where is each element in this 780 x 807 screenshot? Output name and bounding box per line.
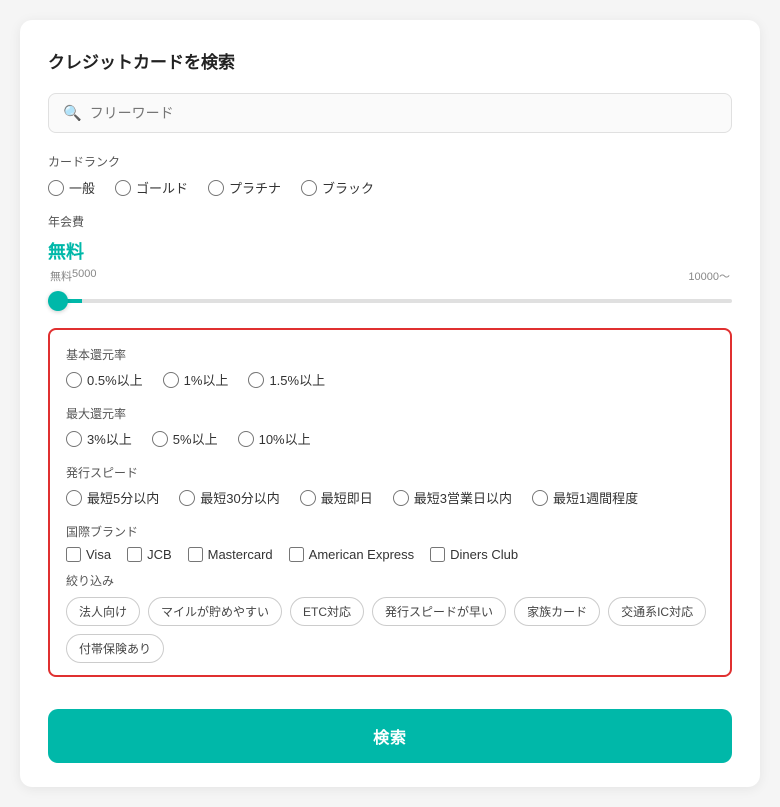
brand-jcb[interactable]: JCB xyxy=(127,547,172,562)
basic-return-label: 基本還元率 xyxy=(66,346,714,363)
tag-etc[interactable]: ETC対応 xyxy=(290,597,364,626)
annual-fee-section: 年会費 無料 無料 5000 10000～ xyxy=(48,213,732,308)
filter-tags-section: 絞り込み 法人向け マイルが貯めやすい ETC対応 発行スピードが早い 家族カー… xyxy=(66,572,714,663)
tag-transit[interactable]: 交通系IC対応 xyxy=(608,597,706,626)
tags-group: 法人向け マイルが貯めやすい ETC対応 発行スピードが早い 家族カード 交通系… xyxy=(66,597,714,663)
tag-corporate[interactable]: 法人向け xyxy=(66,597,140,626)
rank-option-black[interactable]: ブラック xyxy=(301,178,374,197)
tag-family[interactable]: 家族カード xyxy=(514,597,600,626)
speed-1week[interactable]: 最短1週間程度 xyxy=(532,488,638,507)
basic-return-section: 基本還元率 0.5%以上 1%以上 1.5%以上 xyxy=(66,346,714,389)
card-rank-group: 一般 ゴールド プラチナ ブラック xyxy=(48,178,732,197)
speed-30min[interactable]: 最短30分以内 xyxy=(179,488,279,507)
card-rank-label: カードランク xyxy=(48,153,732,170)
basic-return-05[interactable]: 0.5%以上 xyxy=(66,370,143,389)
issue-speed-group: 最短5分以内 最短30分以内 最短即日 最短3営業日以内 最短1週間程度 xyxy=(66,488,714,507)
slider-labels: 無料 5000 10000～ xyxy=(48,268,732,284)
max-return-10[interactable]: 10%以上 xyxy=(238,429,311,448)
card-rank-section: カードランク 一般 ゴールド プラチナ ブラック xyxy=(48,153,732,197)
annual-fee-value: 無料 xyxy=(48,238,732,264)
highlight-section: 基本還元率 0.5%以上 1%以上 1.5%以上 最大還元率 3%以上 xyxy=(48,328,732,677)
filter-tags-label: 絞り込み xyxy=(66,572,714,589)
brand-diners[interactable]: Diners Club xyxy=(430,547,518,562)
max-return-section: 最大還元率 3%以上 5%以上 10%以上 xyxy=(66,405,714,448)
brand-amex[interactable]: American Express xyxy=(289,547,414,562)
speed-sameday[interactable]: 最短即日 xyxy=(300,488,373,507)
search-icon: 🔍 xyxy=(63,104,82,122)
speed-5min[interactable]: 最短5分以内 xyxy=(66,488,159,507)
issue-speed-label: 発行スピード xyxy=(66,464,714,481)
main-card: クレジットカードを検索 🔍 カードランク 一般 ゴールド プラチナ ブラック 年… xyxy=(20,20,760,787)
tag-miles[interactable]: マイルが貯めやすい xyxy=(148,597,282,626)
annual-fee-label: 年会費 xyxy=(48,213,732,230)
rank-option-gold[interactable]: ゴールド xyxy=(115,178,188,197)
max-return-label: 最大還元率 xyxy=(66,405,714,422)
annual-fee-slider[interactable] xyxy=(48,299,732,303)
max-return-group: 3%以上 5%以上 10%以上 xyxy=(66,429,714,448)
rank-option-platinum[interactable]: プラチナ xyxy=(208,178,281,197)
speed-3business[interactable]: 最短3営業日以内 xyxy=(393,488,512,507)
issue-speed-section: 発行スピード 最短5分以内 最短30分以内 最短即日 最短3営業日以内 最短1週… xyxy=(66,464,714,507)
tag-insurance[interactable]: 付帯保険あり xyxy=(66,634,164,663)
page-title: クレジットカードを検索 xyxy=(48,48,732,73)
intl-brand-group: Visa JCB Mastercard American Express Din… xyxy=(66,547,714,562)
intl-brand-section: 国際ブランド Visa JCB Mastercard American Expr… xyxy=(66,523,714,562)
tag-speed[interactable]: 発行スピードが早い xyxy=(372,597,506,626)
basic-return-1[interactable]: 1%以上 xyxy=(163,370,229,389)
brand-visa[interactable]: Visa xyxy=(66,547,111,562)
basic-return-group: 0.5%以上 1%以上 1.5%以上 xyxy=(66,370,714,389)
max-return-3[interactable]: 3%以上 xyxy=(66,429,132,448)
rank-option-general[interactable]: 一般 xyxy=(48,178,95,197)
search-button[interactable]: 検索 xyxy=(48,709,732,763)
search-input[interactable] xyxy=(90,105,717,121)
intl-brand-label: 国際ブランド xyxy=(66,523,714,540)
annual-fee-slider-wrapper xyxy=(48,290,732,308)
basic-return-15[interactable]: 1.5%以上 xyxy=(248,370,325,389)
brand-mastercard[interactable]: Mastercard xyxy=(188,547,273,562)
search-bar: 🔍 xyxy=(48,93,732,133)
max-return-5[interactable]: 5%以上 xyxy=(152,429,218,448)
